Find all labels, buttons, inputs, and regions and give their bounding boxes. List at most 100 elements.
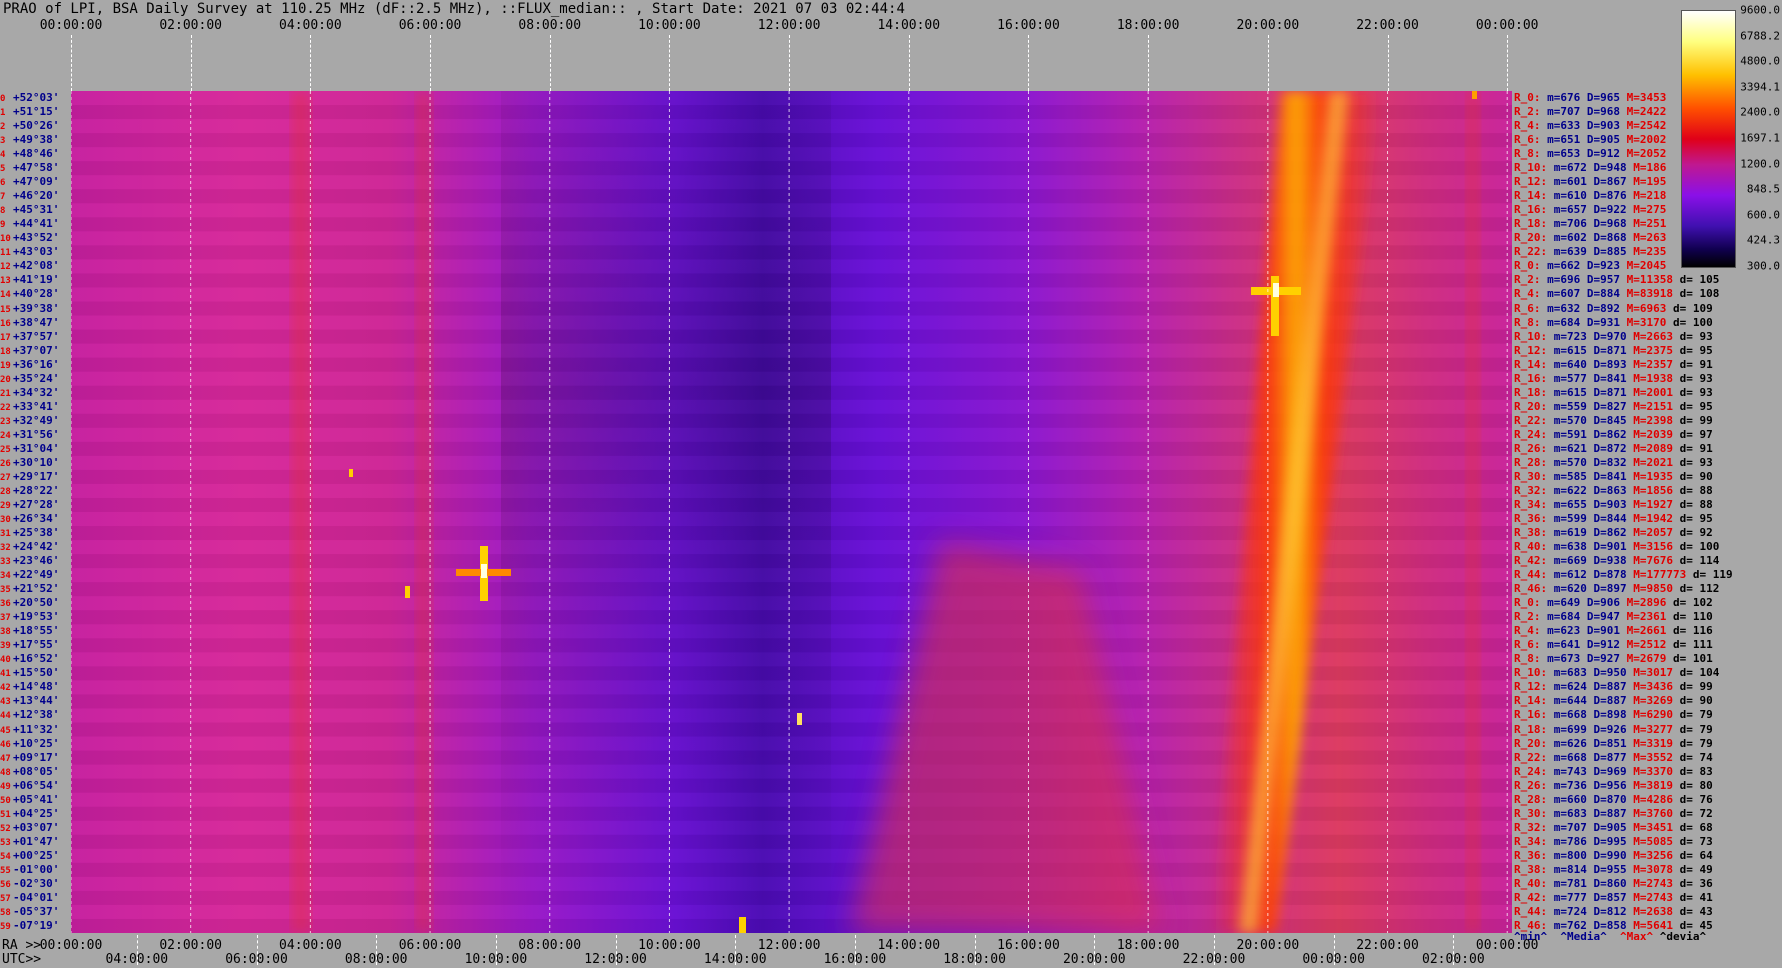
declination-row: 32 +24°42' bbox=[0, 540, 59, 554]
top-tick-label: 00:00:00 bbox=[1475, 18, 1539, 33]
stat-deviation: d= 110 bbox=[1666, 610, 1713, 624]
top-grid-line bbox=[1148, 35, 1150, 91]
stat-median: D=877 bbox=[1586, 750, 1627, 764]
top-tick-label: 00:00:00 bbox=[39, 18, 103, 33]
utc-tick-mark bbox=[615, 935, 617, 965]
declination-value: +31°04' bbox=[13, 441, 60, 455]
ra-axis-label: RA >> bbox=[2, 938, 42, 953]
declination-row: 12 +42°08' bbox=[0, 259, 59, 273]
stat-row: R_18: m=615 D=871 M=2001 d= 93 bbox=[1514, 386, 1713, 400]
row-index: 35 bbox=[0, 585, 11, 596]
stat-min: m=570 bbox=[1547, 413, 1587, 427]
declination-value: +46°20' bbox=[13, 189, 60, 203]
stat-deviation: d= 43 bbox=[1672, 904, 1713, 918]
source-spot-1 bbox=[405, 586, 410, 598]
stat-median: D=860 bbox=[1586, 876, 1627, 890]
row-index: 26 bbox=[0, 458, 11, 469]
stat-min: m=599 bbox=[1547, 512, 1587, 525]
declination-row: 10 +43°52' bbox=[0, 231, 59, 245]
footer-max: ^Max^ bbox=[1619, 930, 1654, 943]
stat-receiver: R_14: bbox=[1514, 189, 1548, 203]
top-tick-label: 18:00:00 bbox=[1116, 18, 1180, 33]
stat-row: R_0: m=662 D=923 M=2045 bbox=[1514, 259, 1666, 273]
declination-row: 37 +19°53' bbox=[0, 610, 59, 624]
declination-value: +44°41' bbox=[13, 217, 60, 231]
top-tick-label: 06:00:00 bbox=[398, 18, 462, 33]
stat-receiver: R_24: bbox=[1514, 427, 1548, 441]
utc-tick-label: 12:00:00 bbox=[584, 952, 647, 967]
stat-min: m=632 bbox=[1540, 301, 1581, 315]
stat-deviation: d= 83 bbox=[1672, 764, 1713, 778]
top-grid-line bbox=[71, 35, 72, 91]
stat-min: m=777 bbox=[1547, 890, 1587, 904]
stat-median: D=903 bbox=[1586, 497, 1627, 511]
row-index: 33 bbox=[0, 557, 11, 568]
top-grid-line bbox=[1028, 35, 1030, 91]
declination-row: 31 +25°38' bbox=[0, 526, 59, 540]
stat-receiver: R_22: bbox=[1514, 413, 1548, 427]
top-tick-label: 02:00:00 bbox=[159, 18, 222, 33]
stat-median: D=957 bbox=[1580, 273, 1620, 287]
declination-row: 35 +21°52' bbox=[0, 582, 59, 596]
top-grid-line bbox=[789, 35, 791, 91]
stat-row: R_32: m=707 D=905 M=3451 d= 68 bbox=[1514, 821, 1713, 835]
stat-row: R_20: m=559 D=827 M=2151 d= 95 bbox=[1514, 400, 1713, 414]
stat-median: D=832 bbox=[1586, 455, 1627, 469]
top-grid-line bbox=[430, 35, 432, 91]
stat-row: R_36: m=599 D=844 M=1942 d= 95 bbox=[1514, 512, 1713, 526]
declination-row: 27 +29°17' bbox=[0, 470, 59, 484]
utc-tick-mark bbox=[974, 935, 976, 965]
colorbar-gradient bbox=[1682, 11, 1735, 267]
row-index: 28 bbox=[0, 486, 11, 497]
row-index: 52 bbox=[0, 823, 11, 834]
stat-receiver: R_4: bbox=[1514, 119, 1541, 133]
stat-max: M=2357 bbox=[1626, 357, 1673, 371]
declination-value: +05°41' bbox=[13, 792, 60, 806]
stat-min: m=800 bbox=[1547, 848, 1587, 862]
stat-row: R_10: m=672 D=948 M=186 bbox=[1514, 161, 1666, 175]
row-index: 15 bbox=[0, 304, 11, 315]
stat-receiver: R_46: bbox=[1514, 582, 1548, 596]
stat-receiver: R_34: bbox=[1514, 834, 1548, 848]
utc-tick-label: 10:00:00 bbox=[464, 952, 528, 967]
declination-row: 53 +01°47' bbox=[0, 835, 59, 849]
stat-max: M=7676 bbox=[1626, 554, 1673, 568]
ra-tick-label: 20:00:00 bbox=[1236, 938, 1300, 953]
row-index: 19 bbox=[0, 360, 11, 371]
declination-row: 36 +20°50' bbox=[0, 596, 59, 610]
declination-row: 17 +37°57' bbox=[0, 330, 59, 344]
colorbar-tick: 300.0 bbox=[1746, 259, 1780, 273]
stat-receiver: R_28: bbox=[1514, 792, 1548, 806]
row-index: 8 bbox=[0, 206, 6, 217]
stat-min: m=622 bbox=[1547, 483, 1587, 497]
stat-deviation: d= 111 bbox=[1666, 638, 1713, 652]
stat-receiver: R_14: bbox=[1514, 694, 1548, 708]
stat-median: D=872 bbox=[1586, 441, 1627, 455]
stat-min: m=615 bbox=[1547, 343, 1587, 357]
declination-row: 25 +31°04' bbox=[0, 442, 59, 456]
stat-max: M=2089 bbox=[1626, 441, 1673, 455]
stat-max: M=251 bbox=[1626, 217, 1667, 231]
row-index: 29 bbox=[0, 500, 11, 511]
top-tick-label: 12:00:00 bbox=[757, 18, 821, 33]
stat-receiver: R_28: bbox=[1514, 455, 1548, 469]
stat-row: R_28: m=660 D=870 M=4286 d= 76 bbox=[1514, 793, 1713, 807]
stat-max: M=2057 bbox=[1626, 526, 1673, 540]
declination-row: 50 +05°41' bbox=[0, 793, 59, 807]
stat-max: M=1935 bbox=[1626, 469, 1673, 483]
stat-receiver: R_18: bbox=[1514, 217, 1548, 231]
row-index: 0 bbox=[0, 94, 6, 104]
declination-row: 4 +48°46' bbox=[0, 147, 59, 161]
stat-max: M=3277 bbox=[1626, 722, 1673, 736]
declination-row: 39 +17°55' bbox=[0, 638, 59, 652]
stat-receiver: R_30: bbox=[1514, 806, 1548, 820]
stat-max: M=2021 bbox=[1626, 455, 1673, 469]
stat-receiver: R_6: bbox=[1514, 301, 1541, 315]
row-index: 46 bbox=[0, 739, 11, 750]
stat-max: M=2638 bbox=[1626, 904, 1673, 918]
row-index: 10 bbox=[0, 234, 11, 245]
stat-row: R_20: m=602 D=868 M=263 bbox=[1514, 231, 1666, 245]
row-index: 58 bbox=[0, 907, 11, 918]
ra-tick-label: 10:00:00 bbox=[638, 938, 701, 953]
stat-row: R_10: m=683 D=950 M=3017 d= 104 bbox=[1514, 666, 1719, 680]
